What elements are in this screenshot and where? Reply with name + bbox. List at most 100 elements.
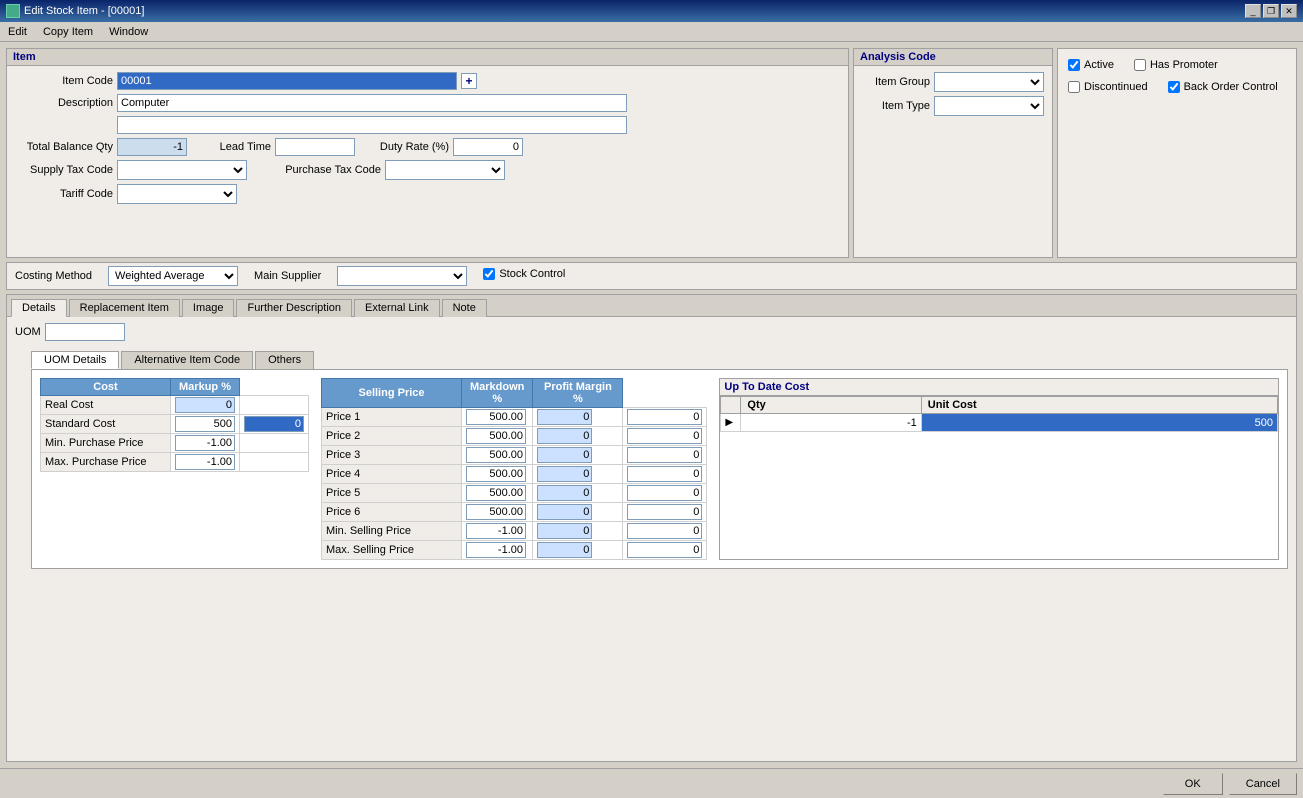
- markdown-input-7[interactable]: [537, 542, 592, 558]
- markdown-input-2[interactable]: [537, 447, 592, 463]
- max-purchase-input[interactable]: [175, 454, 235, 470]
- tab-details[interactable]: Details: [11, 299, 67, 317]
- total-balance-input[interactable]: [117, 138, 187, 156]
- table-row: Min. Selling Price: [322, 522, 707, 541]
- item-code-input[interactable]: [117, 72, 457, 90]
- arrow-col-header: [721, 397, 741, 414]
- uom-input[interactable]: [45, 323, 125, 341]
- active-label: Active: [1084, 59, 1114, 71]
- price-input-1[interactable]: [466, 428, 526, 444]
- tab-external-link[interactable]: External Link: [354, 299, 440, 317]
- duty-rate-input[interactable]: [453, 138, 523, 156]
- selling-label-6: Min. Selling Price: [322, 522, 462, 541]
- tariff-row: Tariff Code: [13, 184, 842, 204]
- price-input-2[interactable]: [466, 447, 526, 463]
- real-cost-input[interactable]: [175, 397, 235, 413]
- main-tabs-header: Details Replacement Item Image Further D…: [7, 295, 1296, 317]
- margin-input-3[interactable]: [627, 466, 702, 482]
- tab-further-description[interactable]: Further Description: [236, 299, 352, 317]
- lead-time-input[interactable]: [275, 138, 355, 156]
- duty-rate-label: Duty Rate (%): [359, 141, 449, 153]
- back-order-checkbox[interactable]: [1168, 81, 1180, 93]
- active-checkbox[interactable]: [1068, 59, 1080, 71]
- table-row: Standard Cost: [41, 415, 309, 434]
- minimize-button[interactable]: _: [1245, 4, 1261, 18]
- markdown-input-6[interactable]: [537, 523, 592, 539]
- price-input-4[interactable]: [466, 485, 526, 501]
- margin-input-2[interactable]: [627, 447, 702, 463]
- selling-section: Selling Price Markdown % Profit Margin %…: [321, 378, 707, 560]
- price-input-7[interactable]: [466, 542, 526, 558]
- analysis-panel-title: Analysis Code: [854, 49, 1052, 66]
- tab-image[interactable]: Image: [182, 299, 235, 317]
- markdown-1: [533, 427, 623, 446]
- margin-3: [623, 465, 707, 484]
- menu-edit[interactable]: Edit: [4, 25, 31, 39]
- tax-row: Supply Tax Code Purchase Tax Code: [13, 160, 842, 180]
- add-item-code-button[interactable]: +: [461, 73, 477, 89]
- purchase-tax-select[interactable]: [385, 160, 505, 180]
- cancel-button[interactable]: Cancel: [1229, 773, 1297, 795]
- margin-input-5[interactable]: [627, 504, 702, 520]
- margin-input-6[interactable]: [627, 523, 702, 539]
- inner-tab-alt-item-code[interactable]: Alternative Item Code: [121, 351, 253, 369]
- margin-4: [623, 484, 707, 503]
- selling-label-7: Max. Selling Price: [322, 541, 462, 560]
- main-supplier-select[interactable]: [337, 266, 467, 286]
- tariff-select[interactable]: [117, 184, 237, 204]
- min-purchase-label: Min. Purchase Price: [41, 434, 171, 453]
- supply-tax-select[interactable]: [117, 160, 247, 180]
- markdown-input-0[interactable]: [537, 409, 592, 425]
- costing-method-select[interactable]: Weighted Average: [108, 266, 238, 286]
- margin-input-4[interactable]: [627, 485, 702, 501]
- price-input-3[interactable]: [466, 466, 526, 482]
- price-input-5[interactable]: [466, 504, 526, 520]
- close-button[interactable]: ✕: [1281, 4, 1297, 18]
- menu-copy-item[interactable]: Copy Item: [39, 25, 97, 39]
- markdown-input-4[interactable]: [537, 485, 592, 501]
- table-row: Price 6: [322, 503, 707, 522]
- markdown-header: Markdown %: [462, 379, 533, 408]
- item-type-row: Item Type: [860, 96, 1046, 116]
- price-input-6[interactable]: [466, 523, 526, 539]
- tab-note[interactable]: Note: [442, 299, 487, 317]
- description-extra-input[interactable]: [117, 116, 627, 134]
- markdown-input-1[interactable]: [537, 428, 592, 444]
- markdown-7: [533, 541, 623, 560]
- selling-price-6: [462, 522, 533, 541]
- menu-window[interactable]: Window: [105, 25, 152, 39]
- selling-price-5: [462, 503, 533, 522]
- title-bar: Edit Stock Item - [00001] _ ❐ ✕: [0, 0, 1303, 22]
- margin-input-7[interactable]: [627, 542, 702, 558]
- max-purchase-value: [171, 453, 240, 472]
- item-type-select[interactable]: [934, 96, 1044, 116]
- has-promoter-checkbox[interactable]: [1134, 59, 1146, 71]
- inner-tabs-header: UOM Details Alternative Item Code Others: [31, 349, 1288, 369]
- margin-input-1[interactable]: [627, 428, 702, 444]
- price-input-0[interactable]: [466, 409, 526, 425]
- stock-control-checkbox[interactable]: [483, 268, 495, 280]
- description-input[interactable]: [117, 94, 627, 112]
- app-icon: [6, 4, 20, 18]
- min-purchase-input[interactable]: [175, 435, 235, 451]
- tab-replacement-item[interactable]: Replacement Item: [69, 299, 180, 317]
- item-group-select[interactable]: [934, 72, 1044, 92]
- total-balance-label: Total Balance Qty: [13, 141, 113, 153]
- inner-tab-uom-details[interactable]: UOM Details: [31, 351, 119, 369]
- restore-button[interactable]: ❐: [1263, 4, 1279, 18]
- arrow-cell-0: ▶: [721, 414, 741, 432]
- markdown-5: [533, 503, 623, 522]
- markdown-input-5[interactable]: [537, 504, 592, 520]
- std-cost-input[interactable]: [175, 416, 235, 432]
- min-purchase-markup: [240, 434, 309, 453]
- selling-price-1: [462, 427, 533, 446]
- inner-tab-others[interactable]: Others: [255, 351, 314, 369]
- margin-input-0[interactable]: [627, 409, 702, 425]
- markdown-4: [533, 484, 623, 503]
- discontinued-checkbox[interactable]: [1068, 81, 1080, 93]
- menu-bar: Edit Copy Item Window: [0, 22, 1303, 42]
- std-markup-input[interactable]: [244, 416, 304, 432]
- markdown-input-3[interactable]: [537, 466, 592, 482]
- ok-button[interactable]: OK: [1163, 773, 1223, 795]
- description-row: Description: [13, 94, 842, 112]
